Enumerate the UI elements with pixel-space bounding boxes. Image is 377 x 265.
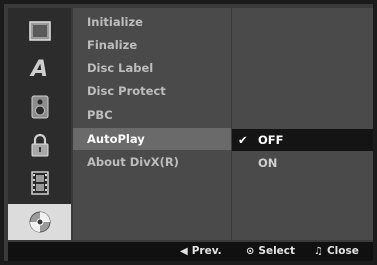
option-list: ✔ OFF ON	[232, 8, 373, 240]
category-lock[interactable]	[8, 126, 71, 164]
category-video[interactable]	[8, 164, 71, 202]
category-sidebar: A	[8, 8, 71, 240]
hint-prev-label: Prev.	[191, 245, 222, 257]
checkmark-icon: ✔	[238, 133, 248, 147]
category-disc[interactable]	[8, 204, 71, 240]
hint-close: ♫ Close	[314, 242, 359, 261]
hint-select-label: Select	[258, 245, 296, 257]
option-label: OFF	[258, 133, 284, 147]
hint-select: ⊙ Select	[246, 242, 295, 261]
menu-item-initialize[interactable]: Initialize	[73, 11, 231, 33]
menu-item-finalize[interactable]: Finalize	[73, 34, 231, 56]
hint-close-label: Close	[326, 245, 359, 257]
disc-tray-icon	[28, 21, 51, 41]
disc-menu-list: Initialize Finalize Disc Label Disc Prot…	[73, 8, 231, 240]
lock-icon	[31, 133, 48, 157]
menu-item-disc-label[interactable]: Disc Label	[73, 57, 231, 79]
category-language[interactable]: A	[8, 50, 71, 88]
category-disc-tray[interactable]	[8, 12, 71, 50]
button-hints-bar: ◀ Prev. ⊙ Select ♫ Close	[8, 242, 373, 261]
left-arrow-icon: ◀	[180, 246, 188, 257]
film-strip-icon	[30, 171, 49, 195]
menu-item-disc-protect[interactable]: Disc Protect	[73, 80, 231, 102]
speaker-icon	[31, 95, 48, 119]
language-icon: A	[30, 56, 49, 82]
option-off[interactable]: ✔ OFF	[232, 129, 373, 151]
category-audio[interactable]	[8, 88, 71, 126]
option-label: ON	[258, 156, 278, 170]
option-on[interactable]: ON	[232, 152, 373, 174]
return-icon: ♫	[314, 246, 323, 257]
menu-item-pbc[interactable]: PBC	[73, 104, 231, 126]
menu-item-about-divx[interactable]: About DivX(R)	[73, 151, 231, 173]
enter-button-icon: ⊙	[246, 246, 255, 257]
menu-item-autoplay[interactable]: AutoPlay	[73, 128, 231, 150]
hint-prev: ◀ Prev.	[180, 242, 222, 261]
disc-icon	[29, 211, 50, 233]
